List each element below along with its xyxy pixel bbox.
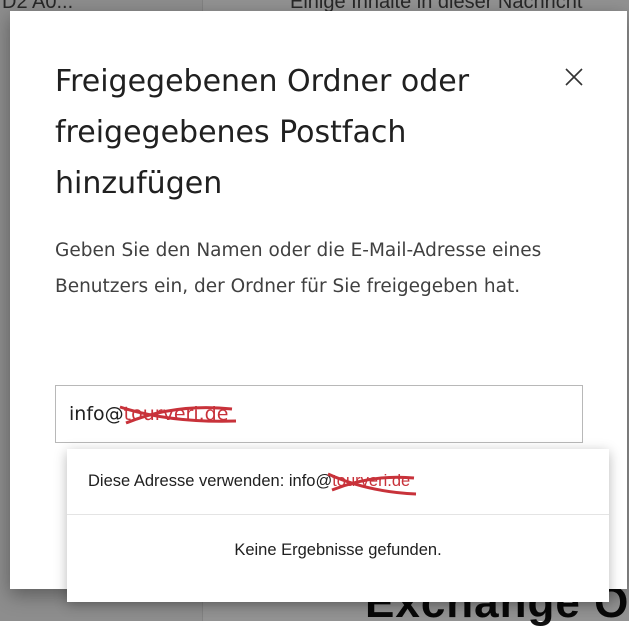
no-results-text: Keine Ergebnisse gefunden. (234, 541, 442, 559)
close-button[interactable] (558, 63, 590, 95)
redacted-domain: tourveri.de (119, 403, 236, 425)
close-icon (564, 67, 584, 92)
email-input[interactable]: info@ tourveri.de (55, 385, 583, 443)
redaction-mark (119, 405, 236, 425)
dialog-title: Freigegebenen Ordner oder freigegebenes … (55, 64, 470, 201)
suggestion-dropdown: Diese Adresse verwenden: info@ tourveri.… (67, 449, 609, 602)
redacted-domain-suggestion: tourveri.de (327, 472, 417, 496)
use-address-option[interactable]: Diese Adresse verwenden: info@ tourveri.… (67, 449, 609, 515)
use-address-label: Diese Adresse verwenden: info@ (88, 472, 333, 490)
redaction-mark (327, 472, 417, 496)
input-value-prefix: info@ (69, 403, 124, 425)
dialog-description: Geben Sie den Namen oder die E-Mail-Adre… (55, 240, 542, 297)
